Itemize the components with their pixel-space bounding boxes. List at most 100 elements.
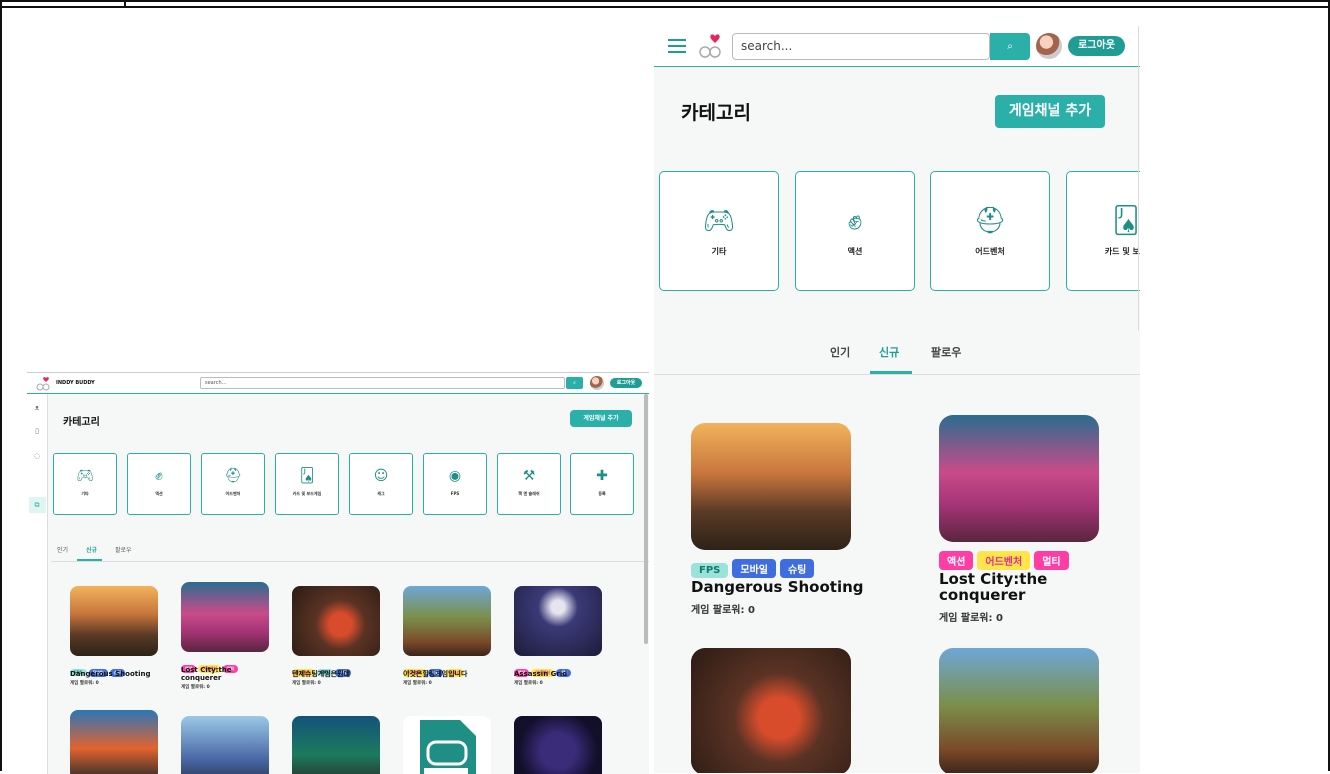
tab-follow[interactable]: 팔로우 bbox=[115, 545, 132, 554]
tag: 멀티 bbox=[1034, 551, 1069, 570]
tag-list: 액션 어드벤처 멀티 bbox=[181, 655, 271, 673]
brand-name[interactable]: INDDY BUDDY bbox=[56, 380, 95, 386]
tab-new[interactable]: 신규 bbox=[86, 545, 97, 554]
tab-new[interactable]: 신규 bbox=[879, 344, 899, 360]
tabs-divider bbox=[654, 374, 1140, 375]
scrollbar[interactable] bbox=[644, 394, 648, 644]
category-icon[interactable]: ⧉ bbox=[33, 501, 41, 509]
bookmark-icon[interactable]: ▯ bbox=[33, 427, 41, 435]
avatar[interactable] bbox=[590, 376, 604, 390]
game-followers: 게임 팔로워: 0 bbox=[939, 613, 1003, 624]
logo-icon bbox=[35, 376, 51, 395]
game-followers: 게임 팔로워: 0 bbox=[514, 681, 543, 686]
category-adventure[interactable]: ⛑︎ 어드벤처 bbox=[201, 453, 265, 515]
category-fps[interactable]: ◉ FPS bbox=[423, 453, 487, 515]
tag: 액션 bbox=[939, 551, 974, 570]
search-button[interactable]: ⌕ bbox=[566, 377, 583, 389]
game-card[interactable] bbox=[181, 716, 271, 774]
desktop-screenshot: INDDY BUDDY search... ⌕ 로그아웃 ᴥ ▯ ◌ ⧉ 카테고… bbox=[27, 372, 649, 774]
game-thumbnail bbox=[403, 716, 491, 774]
hat-icon: ⛑︎ bbox=[973, 206, 1007, 236]
category-register[interactable]: ✚ 등록 bbox=[570, 453, 634, 515]
category-gag[interactable]: ☺︎ 캐그 bbox=[349, 453, 413, 515]
game-card[interactable]: FPS 모바일 슈팅 Dangerous Shooting 게임 팔로워: 0 bbox=[691, 423, 871, 616]
hat-icon: ⛑︎ bbox=[224, 468, 242, 484]
game-card[interactable] bbox=[403, 716, 493, 774]
game-card[interactable]: 어드벤처 퍼즐 스토리 이것은힐링게임입니다 게임 팔로워: 0 bbox=[403, 586, 493, 686]
tag-list: 액션 어드벤처 전략 bbox=[514, 659, 604, 677]
tag: 어드벤처 bbox=[977, 551, 1031, 570]
header: search... ⌕ 로그아웃 bbox=[654, 26, 1140, 67]
tag-list: 액션 어드벤처 멀티 bbox=[939, 550, 1119, 570]
avatar[interactable] bbox=[1036, 33, 1062, 59]
category-action[interactable]: ✊︎ 액션 bbox=[795, 171, 915, 291]
game-card[interactable] bbox=[939, 648, 1119, 773]
game-card[interactable]: 액션 어드벤처 전략 Assassin Grid 게임 팔로워: 0 bbox=[514, 586, 604, 686]
game-card[interactable] bbox=[292, 716, 382, 774]
funny-face-icon: ☺︎ bbox=[373, 468, 389, 484]
game-card[interactable] bbox=[70, 710, 160, 774]
tabs-divider bbox=[51, 561, 649, 562]
game-title: Lost City:the conquerer bbox=[939, 570, 1048, 604]
game-title: 텐제슈팅게임은뭔데 bbox=[292, 670, 350, 678]
game-card[interactable] bbox=[691, 648, 871, 773]
category-hack-slash[interactable]: ⚒︎ 핵 앤 슬래쉬 bbox=[497, 453, 561, 515]
scroll-edge bbox=[1138, 26, 1139, 331]
card-icon: 🂫︎ bbox=[299, 468, 315, 484]
game-card[interactable]: 액션 어드벤처 멀티 Lost City:the conquerer 게임 팔로워:… bbox=[939, 415, 1119, 624]
gamepad-icon[interactable]: ◌ bbox=[33, 452, 41, 460]
category-action[interactable]: ✊︎ 액션 bbox=[127, 453, 191, 515]
add-channel-button[interactable]: 게임채널 추가 bbox=[570, 410, 632, 427]
user-icon[interactable]: ᴥ bbox=[33, 404, 41, 412]
game-followers: 게임 팔로워: 0 bbox=[181, 685, 210, 690]
tab-follow[interactable]: 팔로우 bbox=[931, 344, 961, 360]
tag-list: FPS 모바일 슈팅 bbox=[691, 558, 871, 578]
tag-list: 어드벤처 퍼즐 스토리 bbox=[403, 659, 493, 677]
category-etc[interactable]: 🎮︎ 기타 bbox=[53, 453, 117, 515]
search-icon: ⌕ bbox=[573, 380, 576, 386]
mobile-screenshot: search... ⌕ 로그아웃 카테고리 게임채널 추가 🎮︎ 기타 ✊︎ 액션 … bbox=[654, 26, 1140, 773]
game-thumbnail bbox=[181, 582, 269, 652]
game-title: Assassin Grid bbox=[514, 670, 568, 678]
page-title: 카테고리 bbox=[63, 417, 100, 428]
game-thumbnail bbox=[70, 586, 158, 656]
game-card[interactable]: 액션 어드벤처 멀티 Lost City:the conquerer 게임 팔로워:… bbox=[181, 582, 271, 690]
logout-button[interactable]: 로그아웃 bbox=[1068, 36, 1125, 56]
game-card[interactable]: 어드벤처 FPS 슈팅 텐제슈팅게임은뭔데 게임 팔로워: 0 bbox=[292, 586, 382, 686]
search-icon: ⌕ bbox=[1007, 41, 1013, 52]
game-title: 이것은힐링게임입니다 bbox=[403, 670, 468, 678]
category-etc[interactable]: 🎮︎ 기타 bbox=[659, 171, 779, 291]
category-card-board[interactable]: 🂫︎카드 및 보드 bbox=[1066, 171, 1140, 291]
logo-icon[interactable] bbox=[696, 33, 724, 63]
game-thumbnail bbox=[70, 710, 158, 774]
game-card[interactable]: FPS 모바일 슈팅 Dangerous Shooting 게임 팔로워: 0 bbox=[70, 586, 160, 686]
plus-icon: ✚ bbox=[596, 468, 608, 484]
sidebar: ᴥ ▯ ◌ ⧉ bbox=[27, 394, 48, 774]
tab-popular[interactable]: 인기 bbox=[57, 545, 68, 554]
fist-icon: ✊︎ bbox=[155, 468, 163, 484]
page-title: 카테고리 bbox=[681, 102, 751, 124]
tag: FPS bbox=[691, 563, 729, 578]
search-button[interactable]: ⌕ bbox=[990, 33, 1030, 60]
game-thumbnail bbox=[514, 716, 602, 774]
game-thumbnail bbox=[292, 716, 380, 774]
tag: 모바일 bbox=[732, 559, 776, 578]
target-icon: ◉ bbox=[448, 468, 462, 484]
tag-list: FPS 모바일 슈팅 bbox=[70, 659, 160, 677]
game-thumbnail bbox=[691, 648, 851, 773]
category-adventure[interactable]: ⛑︎ 어드벤처 bbox=[930, 171, 1050, 291]
game-card[interactable] bbox=[514, 716, 604, 774]
game-thumbnail bbox=[691, 423, 851, 550]
search-input[interactable]: search... bbox=[732, 33, 990, 60]
add-channel-button[interactable]: 게임채널 추가 bbox=[995, 95, 1105, 128]
game-followers: 게임 팔로워: 0 bbox=[70, 681, 99, 686]
category-card-board[interactable]: 🂫︎ 카드 및 보드게임 bbox=[275, 453, 339, 515]
logout-button[interactable]: 로그아웃 bbox=[610, 378, 642, 388]
search-input[interactable]: search... bbox=[200, 377, 565, 389]
gamepad-icon: 🎮︎ bbox=[702, 206, 736, 236]
game-title: Lost City:the conquerer bbox=[181, 666, 232, 682]
game-thumbnail bbox=[292, 586, 380, 656]
game-thumbnail bbox=[514, 586, 602, 656]
tab-popular[interactable]: 인기 bbox=[830, 344, 850, 360]
menu-icon[interactable] bbox=[668, 39, 686, 53]
